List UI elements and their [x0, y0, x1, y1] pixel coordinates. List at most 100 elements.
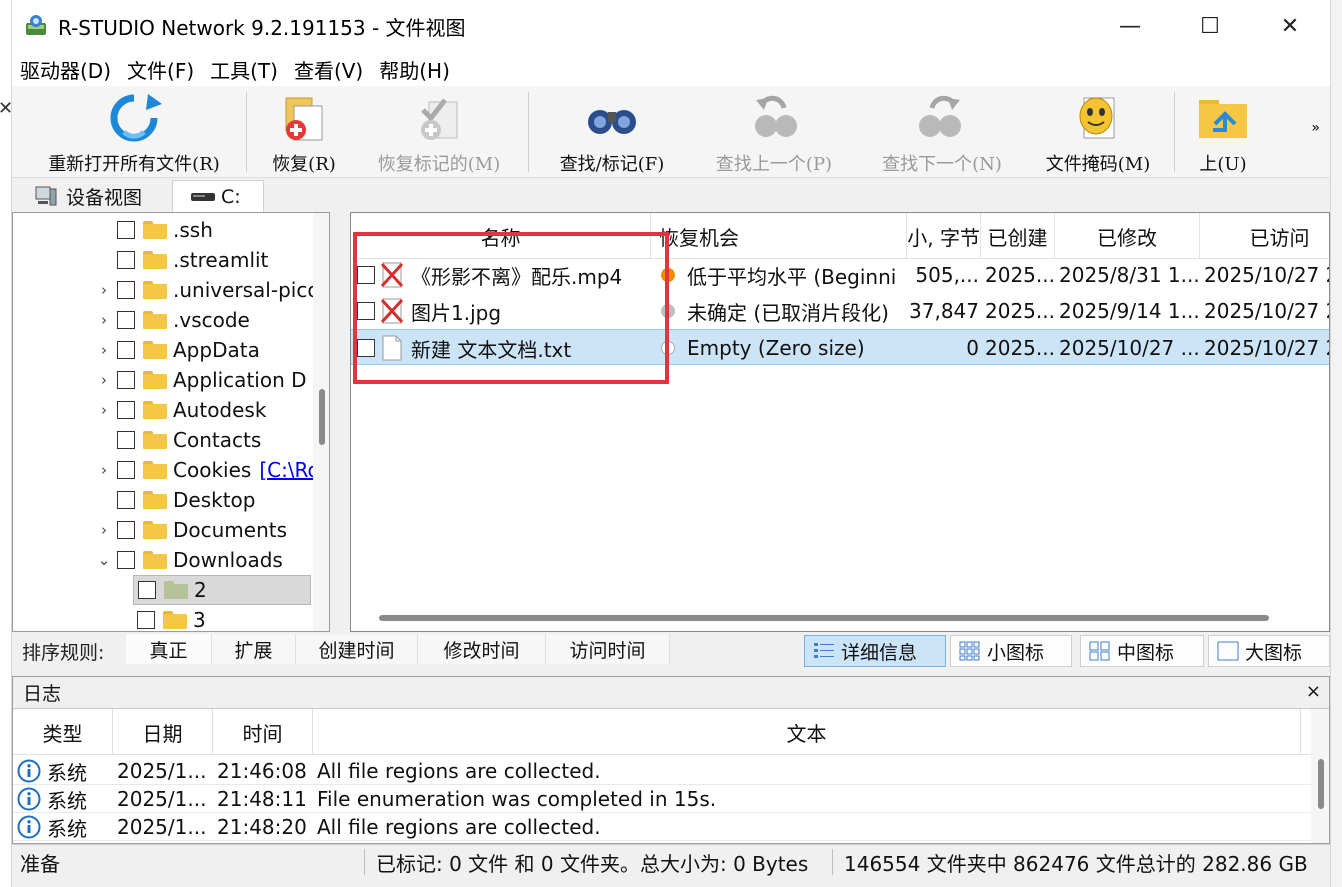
tree-item[interactable]: › Documents — [13, 515, 313, 545]
tree-item[interactable]: › Application D — [13, 365, 313, 395]
small-icons-view-icon — [959, 641, 980, 661]
menu-view[interactable]: 查看(V) — [286, 55, 371, 84]
menu-help[interactable]: 帮助(H) — [371, 55, 458, 84]
tree-item-checkbox[interactable] — [117, 371, 135, 389]
log-row[interactable]: 系统 2025/1... 21:46:08 All file regions are … — [13, 757, 1311, 785]
chevron-right-icon[interactable]: › — [97, 461, 111, 479]
menu-drive[interactable]: 驱动器(D) — [12, 55, 119, 84]
tree-item-checkbox[interactable] — [117, 491, 135, 509]
tree-item[interactable]: .streamlit — [13, 245, 313, 275]
log-col-type[interactable]: 类型 — [13, 709, 113, 755]
log-row[interactable]: 系统 2025/1... 21:48:11 File enumeration was … — [13, 785, 1311, 813]
find-next-button[interactable]: 查找下一个(N) — [870, 90, 1014, 176]
folder-icon — [143, 521, 167, 539]
sort-bar: 排序规则: 真正 扩展 创建时间 修改时间 访问时间 详细信息 小图标 中图标 … — [12, 632, 1330, 670]
tree-scroll-thumb[interactable] — [319, 389, 325, 445]
chevron-right-icon[interactable]: › — [97, 341, 111, 359]
tree-item[interactable]: Desktop — [13, 485, 313, 515]
log-col-time[interactable]: 时间 — [213, 709, 313, 755]
tree-item[interactable]: 3 — [133, 605, 311, 631]
chevron-down-icon[interactable]: ⌄ — [97, 551, 111, 569]
view-small-icons-button[interactable]: 小图标 — [950, 635, 1072, 667]
recover-marked-button[interactable]: 恢复标记的(M) — [366, 90, 512, 176]
col-accessed-header[interactable]: 已访问 — [1200, 213, 1329, 259]
tree-item[interactable]: Contacts — [13, 425, 313, 455]
sort-modified-button[interactable]: 修改时间 — [418, 634, 546, 664]
view-details-button[interactable]: 详细信息 — [804, 635, 946, 667]
tree-item[interactable]: ⌄ Downloads — [13, 545, 313, 575]
sort-accessed-button[interactable]: 访问时间 — [546, 634, 670, 664]
find-mark-button[interactable]: 查找/标记(F) — [542, 90, 682, 176]
log-type: 系统 — [47, 788, 87, 813]
col-size-header[interactable]: 大小, 字节 — [907, 213, 981, 259]
tree-item-checkbox[interactable] — [117, 251, 135, 269]
menu-file[interactable]: 文件(F) — [119, 55, 202, 84]
log-col-date[interactable]: 日期 — [113, 709, 213, 755]
drive-icon — [191, 192, 215, 201]
up-button[interactable]: 上(U) — [1184, 90, 1262, 176]
minimize-button[interactable]: — — [1090, 0, 1170, 52]
tree-scrollbar[interactable] — [313, 213, 329, 631]
sort-created-button[interactable]: 创建时间 — [296, 634, 418, 664]
tree-item-checkbox[interactable] — [117, 341, 135, 359]
log-close-icon[interactable]: × — [1306, 681, 1321, 702]
find-previous-button[interactable]: 查找上一个(P) — [702, 90, 846, 176]
recover-button[interactable]: 恢复(R) — [262, 90, 346, 176]
view-large-icons-button[interactable]: 大图标 — [1208, 635, 1330, 667]
folder-icon — [143, 311, 167, 329]
tree-item-checkbox[interactable] — [117, 281, 135, 299]
chevron-right-icon[interactable]: › — [97, 371, 111, 389]
view-details-label: 详细信息 — [841, 641, 918, 664]
tree-item-checkbox[interactable] — [117, 311, 135, 329]
find-previous-label: 查找上一个(P) — [715, 154, 833, 175]
log-type-cell: 系统 — [13, 785, 113, 813]
window-title: R-STUDIO Network 9.2.191153 - 文件视图 — [58, 15, 466, 40]
tree-item[interactable]: › AppData — [13, 335, 313, 365]
file-list-horizontal-scrollbar[interactable] — [379, 615, 1269, 621]
tab-drive-c[interactable]: C: — [172, 180, 264, 212]
file-mask-button[interactable]: 文件掩码(M) — [1036, 90, 1160, 176]
tree-item[interactable]: › Autodesk — [13, 395, 313, 425]
view-medium-icons-button[interactable]: 中图标 — [1080, 635, 1204, 667]
folder-icon — [143, 221, 167, 239]
col-created-header[interactable]: 已创建 — [981, 213, 1055, 259]
tree-item-checkbox[interactable] — [117, 551, 135, 569]
tree-item-checkbox[interactable] — [117, 401, 135, 419]
chevron-right-icon[interactable]: › — [97, 521, 111, 539]
tree-item-checkbox[interactable] — [117, 461, 135, 479]
reopen-all-files-button[interactable]: 重新打开所有文件(R) — [26, 90, 242, 176]
chevron-right-icon[interactable]: › — [97, 281, 111, 299]
tree-item-checkbox[interactable] — [117, 221, 135, 239]
tree-item-checkbox[interactable] — [138, 581, 156, 599]
menu-tools[interactable]: 工具(T) — [202, 55, 286, 84]
toolbar-overflow-icon[interactable]: » — [1311, 120, 1320, 136]
tree-item-checkbox[interactable] — [137, 611, 155, 629]
maximize-button[interactable]: ☐ — [1170, 0, 1250, 52]
log-row[interactable]: 系统 2025/1... 21:48:20 All file regions are … — [13, 813, 1311, 841]
tree-item[interactable]: › .universal-pico — [13, 275, 320, 305]
close-button[interactable]: ✕ — [1250, 0, 1330, 52]
col-chance-header[interactable]: 恢复机会 — [651, 213, 907, 259]
tree-item[interactable]: 2 — [133, 575, 311, 605]
tree-item-checkbox[interactable] — [117, 521, 135, 539]
tree-item[interactable]: .ssh — [13, 215, 313, 245]
log-scroll-thumb[interactable] — [1318, 759, 1324, 809]
sort-extension-button[interactable]: 扩展 — [212, 634, 296, 664]
chevron-right-icon[interactable]: › — [97, 311, 111, 329]
folder-icon — [143, 341, 167, 359]
chevron-right-icon[interactable]: › — [97, 401, 111, 419]
tree-item[interactable]: › Cookies [C:\Ro — [13, 455, 320, 485]
sort-true-button[interactable]: 真正 — [126, 634, 212, 664]
col-modified-header[interactable]: 已修改 — [1055, 213, 1200, 259]
log-text-cell: All file regions are collected. — [317, 759, 601, 783]
log-time-cell: 21:48:11 — [217, 787, 307, 811]
details-view-icon — [814, 643, 834, 658]
tree-item-checkbox[interactable] — [117, 431, 135, 449]
find-next-label: 查找下一个(N) — [882, 154, 1002, 175]
tree-item-link[interactable]: [C:\Ro — [259, 458, 319, 482]
tab-device-view[interactable]: 设备视图 — [28, 180, 170, 212]
log-col-text[interactable]: 文本 — [313, 709, 1301, 755]
large-icons-view-icon — [1217, 641, 1239, 661]
tree-item[interactable]: › .vscode — [13, 305, 313, 335]
log-scrollbar[interactable] — [1311, 709, 1329, 843]
